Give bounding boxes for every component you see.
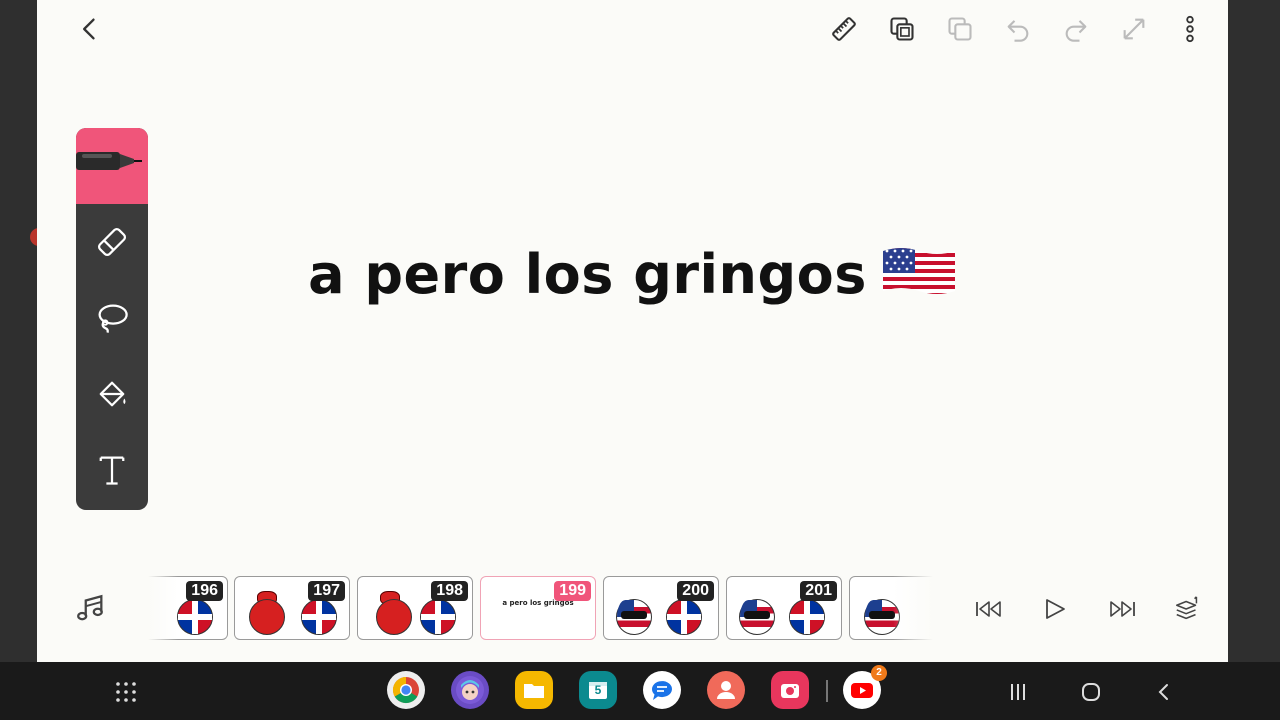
frame-number: 196 [186,581,223,601]
fill-bucket-icon [99,381,126,407]
pen-icon [76,152,142,170]
usa-flag-icon [881,245,957,310]
frame-strip[interactable]: 196 197 198 a pero los gringos 199 200 2… [148,574,933,644]
play-button[interactable] [1037,592,1073,626]
frame-thumbnail-current[interactable]: a pero los gringos 199 [480,576,596,640]
messages-app[interactable] [643,671,681,709]
music-icon [77,594,103,621]
undo-icon [1007,20,1029,42]
recents-button[interactable] [1004,678,1032,706]
duplicate-button[interactable] [943,12,977,46]
youtube-icon [851,683,873,698]
first-frame-button[interactable] [971,592,1007,626]
recents-icon [1011,684,1025,700]
chevron-left-icon [1158,684,1168,700]
frame-thumbnail[interactable]: 200 [603,576,719,640]
more-options-button[interactable] [1173,12,1207,46]
system-back-button[interactable] [1150,678,1178,706]
left-bezel [0,0,37,662]
dock-divider [826,680,828,702]
folder-icon [524,684,544,698]
frame-number: 201 [800,581,837,601]
countryball [301,599,337,635]
canvas-text-content: a pero los gringos [308,243,867,306]
more-vertical-icon [1186,15,1194,43]
pen-tool[interactable] [76,128,148,204]
game-app[interactable] [451,671,489,709]
grid-icon [116,682,136,702]
frame-number: 200 [677,581,714,601]
drawing-canvas[interactable]: a pero los gringos 196 197 198 a pero lo… [37,0,1228,662]
layers-button[interactable] [885,12,919,46]
play-icon [1046,599,1065,619]
layers-icon [890,17,914,41]
countryball [666,599,702,635]
avatar-app-icon [456,676,484,704]
frame-thumbnail[interactable]: 198 [357,576,473,640]
redo-icon [1065,20,1087,42]
youtube-app[interactable]: 2 [843,665,887,709]
frame-thumbnail[interactable]: 201 [726,576,842,640]
home-icon [1082,683,1100,701]
add-frame-button[interactable] [1170,592,1206,626]
countryball [177,599,213,635]
home-button[interactable] [1077,678,1105,706]
system-navbar: 5 2 [0,662,1280,720]
music-button[interactable] [73,592,107,626]
ruler-button[interactable] [827,12,861,46]
fullscreen-icon [1123,18,1145,40]
redo-button[interactable] [1059,12,1093,46]
skip-to-start-icon [976,601,1001,617]
fill-tool[interactable] [76,356,148,432]
countryball [616,599,652,635]
back-button[interactable] [73,12,107,46]
text-tool-icon [99,456,125,485]
app-drawer-button[interactable] [112,678,140,706]
chevron-left-icon [83,18,95,40]
notification-badge: 2 [871,665,887,681]
camera-icon [781,684,799,698]
duplicate-icon [948,17,972,41]
chrome-app[interactable] [387,671,425,709]
countryball [789,599,825,635]
frame-number: 198 [431,581,468,601]
files-app[interactable] [515,671,553,709]
camera-app[interactable] [771,671,809,709]
fullscreen-button[interactable] [1117,12,1151,46]
canvas-text: a pero los gringos [37,243,1228,310]
frame-number: 199 [554,581,591,601]
ruler-icon [832,17,856,41]
message-bubble-icon [651,681,672,700]
frame-timeline: 196 197 198 a pero los gringos 199 200 2… [37,570,1228,650]
frame-number: 197 [308,581,345,601]
calendar-day: 5 [594,683,602,697]
right-bezel [1228,0,1280,662]
undo-button[interactable] [1001,12,1035,46]
chrome-icon [392,676,419,704]
countryball [249,599,285,635]
countryball [739,599,775,635]
contacts-app[interactable] [707,671,745,709]
tool-panel [76,128,148,510]
countryball [420,599,456,635]
countryball [376,599,412,635]
last-frame-button[interactable] [1104,592,1140,626]
person-icon [717,681,735,699]
frames-add-icon [1176,596,1198,620]
skip-to-end-icon [1110,601,1135,617]
frame-thumbnail[interactable]: 197 [234,576,350,640]
text-tool[interactable] [76,432,148,508]
calendar-app[interactable]: 5 [579,671,617,709]
